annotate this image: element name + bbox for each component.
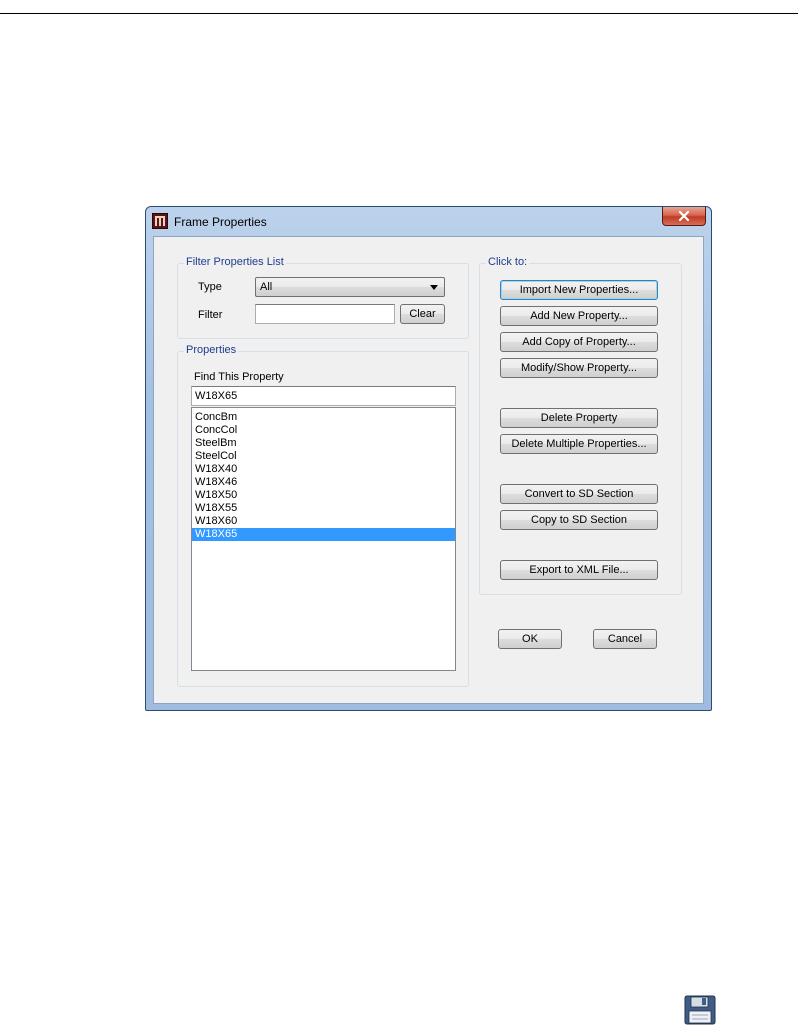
- cancel-button[interactable]: Cancel: [593, 629, 657, 649]
- list-item[interactable]: W18X46: [192, 476, 455, 489]
- find-property-input[interactable]: W18X65: [191, 386, 456, 406]
- modify-show-property-button[interactable]: Modify/Show Property...: [500, 358, 658, 378]
- properties-group: Properties Find This Property W18X65 Con…: [177, 344, 469, 687]
- import-new-properties-button[interactable]: Import New Properties...: [500, 280, 658, 300]
- page-top-rule: [0, 13, 798, 14]
- window-title: Frame Properties: [174, 215, 267, 229]
- frame-properties-app-icon: [152, 213, 168, 229]
- list-item[interactable]: W18X50: [192, 489, 455, 502]
- filter-properties-group: Filter Properties List Type All Filter C…: [177, 256, 469, 339]
- clear-button[interactable]: Clear: [400, 304, 445, 324]
- properties-list[interactable]: ConcBm ConcCol SteelBm SteelCol W18X40 W…: [191, 407, 456, 671]
- add-new-property-button[interactable]: Add New Property...: [500, 306, 658, 326]
- chevron-down-icon: [430, 285, 438, 290]
- list-item[interactable]: SteelBm: [192, 437, 455, 450]
- type-label: Type: [198, 281, 222, 293]
- click-to-group: Click to: Import New Properties... Add N…: [479, 256, 682, 595]
- ok-button[interactable]: OK: [498, 629, 562, 649]
- delete-property-button[interactable]: Delete Property: [500, 408, 658, 428]
- close-icon: [678, 211, 690, 221]
- filter-label: Filter: [198, 309, 223, 321]
- list-item[interactable]: ConcCol: [192, 424, 455, 437]
- dialog-client-area: Filter Properties List Type All Filter C…: [153, 236, 704, 704]
- list-item-selected[interactable]: W18X65: [192, 528, 455, 541]
- list-item[interactable]: SteelCol: [192, 450, 455, 463]
- find-property-label: Find This Property: [194, 371, 284, 383]
- type-dropdown[interactable]: All: [255, 277, 445, 297]
- filter-group-legend: Filter Properties List: [184, 256, 286, 268]
- title-bar[interactable]: Frame Properties: [146, 207, 711, 235]
- list-item[interactable]: W18X60: [192, 515, 455, 528]
- list-item[interactable]: W18X40: [192, 463, 455, 476]
- close-button[interactable]: [662, 207, 706, 226]
- floppy-disk-icon: [684, 995, 716, 1025]
- filter-input[interactable]: [255, 304, 395, 324]
- click-to-legend: Click to:: [486, 256, 530, 268]
- convert-to-sd-section-button[interactable]: Convert to SD Section: [500, 484, 658, 504]
- copy-to-sd-section-button[interactable]: Copy to SD Section: [500, 510, 658, 530]
- list-item[interactable]: ConcBm: [192, 411, 455, 424]
- add-copy-of-property-button[interactable]: Add Copy of Property...: [500, 332, 658, 352]
- frame-properties-dialog: Frame Properties Filter Properties List …: [145, 206, 712, 711]
- type-dropdown-value: All: [260, 281, 273, 293]
- delete-multiple-properties-button[interactable]: Delete Multiple Properties...: [500, 434, 658, 454]
- properties-group-legend: Properties: [184, 344, 239, 356]
- list-item[interactable]: W18X55: [192, 502, 455, 515]
- export-to-xml-file-button[interactable]: Export to XML File...: [500, 560, 658, 580]
